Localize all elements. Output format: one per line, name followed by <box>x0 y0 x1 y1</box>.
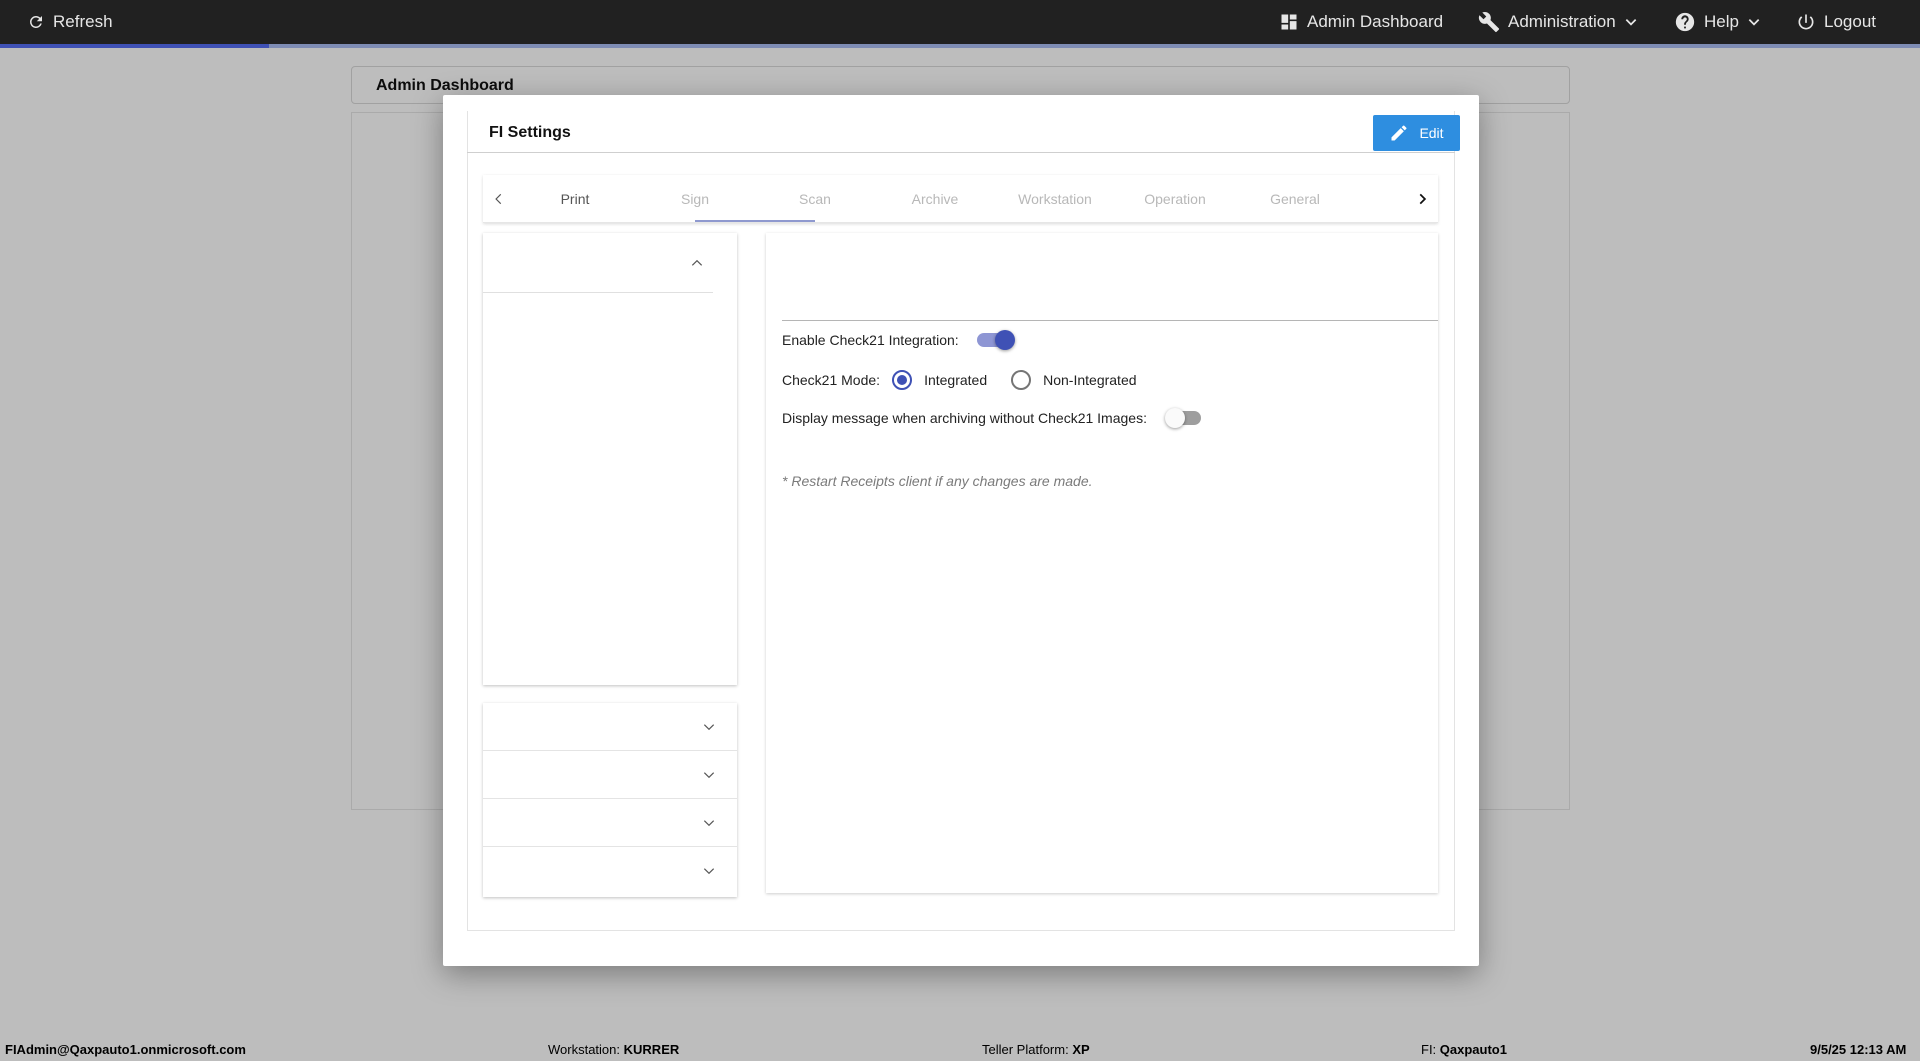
toggle-knob <box>994 330 1015 350</box>
refresh-button[interactable]: Refresh <box>27 0 113 44</box>
refresh-label: Refresh <box>53 12 113 31</box>
admin-dashboard-link[interactable]: Admin Dashboard <box>1279 0 1443 44</box>
logout-button[interactable]: Logout <box>1796 0 1876 44</box>
help-label: Help <box>1704 12 1739 31</box>
chevron-right-icon <box>1419 193 1427 205</box>
chevron-left-icon <box>495 193 502 205</box>
logout-label: Logout <box>1824 12 1876 31</box>
integrated-label: Integrated <box>924 372 988 388</box>
collapsed-accordion-list <box>483 703 737 897</box>
edit-button[interactable]: Edit <box>1373 115 1460 151</box>
check21-mode-label: Check21 Mode: <box>782 372 881 388</box>
toggle-knob <box>1164 408 1185 428</box>
refresh-icon <box>29 15 42 28</box>
divider <box>782 320 1438 321</box>
workstation-value: KURRER <box>623 1042 680 1057</box>
footer-workstation: Workstation: KURRER <box>548 1042 679 1057</box>
tab-general[interactable]: General <box>1235 175 1355 222</box>
tab-scroll-right-button[interactable] <box>1406 175 1438 222</box>
active-tab-indicator <box>695 220 815 222</box>
accordion-header[interactable] <box>483 233 713 293</box>
fi-settings-dialog: FI Settings Edit Print Sign Scan Archive… <box>443 95 1479 966</box>
chevron-down-icon[interactable] <box>697 763 721 787</box>
expanded-accordion-panel <box>483 233 737 685</box>
display-message-row: Display message when archiving without C… <box>782 408 1201 428</box>
admin-dashboard-label: Admin Dashboard <box>1307 12 1444 31</box>
display-message-label: Display message when archiving without C… <box>782 410 1147 426</box>
wrench-icon <box>1478 12 1500 33</box>
administration-menu[interactable]: Administration <box>1478 0 1638 44</box>
workstation-label: Workstation: <box>548 1042 621 1057</box>
chevron-down-icon[interactable] <box>697 811 721 835</box>
tab-workstation[interactable]: Workstation <box>995 175 1115 222</box>
tab-print[interactable]: Print <box>515 175 635 222</box>
non-integrated-label: Non-Integrated <box>1043 372 1137 388</box>
chevron-down-icon <box>1625 19 1637 26</box>
top-navigation-bar: Refresh Admin Dashboard Administration H… <box>0 0 1920 44</box>
footer-user: FIAdmin@Qaxpauto1.onmicrosoft.com <box>5 1042 246 1057</box>
integrated-radio[interactable] <box>892 370 913 390</box>
edit-label: Edit <box>1419 125 1444 141</box>
pencil-icon <box>1391 125 1407 141</box>
non-integrated-radio[interactable] <box>1011 370 1032 390</box>
accordion-item[interactable] <box>483 799 737 847</box>
teller-platform-label: Teller Platform: <box>982 1042 1069 1057</box>
administration-label: Administration <box>1508 12 1616 31</box>
teller-platform-value: XP <box>1072 1042 1090 1057</box>
help-menu[interactable]: Help <box>1674 0 1761 44</box>
display-message-toggle[interactable] <box>1164 408 1201 428</box>
check21-mode-row: Check21 Mode: Integrated Non-Integrated <box>782 370 1137 390</box>
footer-fi: FI: Qaxpauto1 <box>1421 1042 1507 1057</box>
chevron-down-icon[interactable] <box>697 859 721 883</box>
chevron-down-icon[interactable] <box>697 715 721 739</box>
footer-teller-platform: Teller Platform: XP <box>982 1042 1090 1057</box>
dashboard-icon <box>1281 14 1297 30</box>
fi-label: FI: <box>1421 1042 1437 1057</box>
power-icon <box>1798 14 1814 30</box>
footer-datetime: 9/5/25 12:13 AM <box>1810 1042 1907 1057</box>
accordion-item[interactable] <box>483 751 737 799</box>
accordion-item[interactable] <box>483 703 737 751</box>
tab-scan[interactable]: Scan <box>755 175 875 222</box>
dialog-title: FI Settings <box>489 124 571 141</box>
enable-check21-row: Enable Check21 Integration: <box>782 330 1015 350</box>
enable-check21-toggle[interactable] <box>976 330 1015 350</box>
restart-note: * Restart Receipts client if any changes… <box>782 473 1093 489</box>
tab-operation[interactable]: Operation <box>1115 175 1235 222</box>
chevron-up-icon[interactable] <box>685 251 709 275</box>
dialog-header: FI Settings Edit <box>467 111 1460 153</box>
enable-check21-label: Enable Check21 Integration: <box>782 332 959 348</box>
chevron-down-icon <box>1748 19 1760 26</box>
status-footer: FIAdmin@Qaxpauto1.onmicrosoft.com Workst… <box>0 1038 1920 1061</box>
accordion-item[interactable] <box>483 847 737 895</box>
help-icon <box>1675 12 1695 32</box>
tab-scroll-left-button[interactable] <box>483 175 515 222</box>
scan-settings-panel: Enable Check21 Integration: Check21 Mode… <box>766 233 1438 893</box>
fi-value: Qaxpauto1 <box>1439 1042 1507 1057</box>
tab-sign[interactable]: Sign <box>635 175 755 222</box>
settings-tab-bar: Print Sign Scan Archive Workstation Oper… <box>483 175 1438 223</box>
tab-archive[interactable]: Archive <box>875 175 995 222</box>
